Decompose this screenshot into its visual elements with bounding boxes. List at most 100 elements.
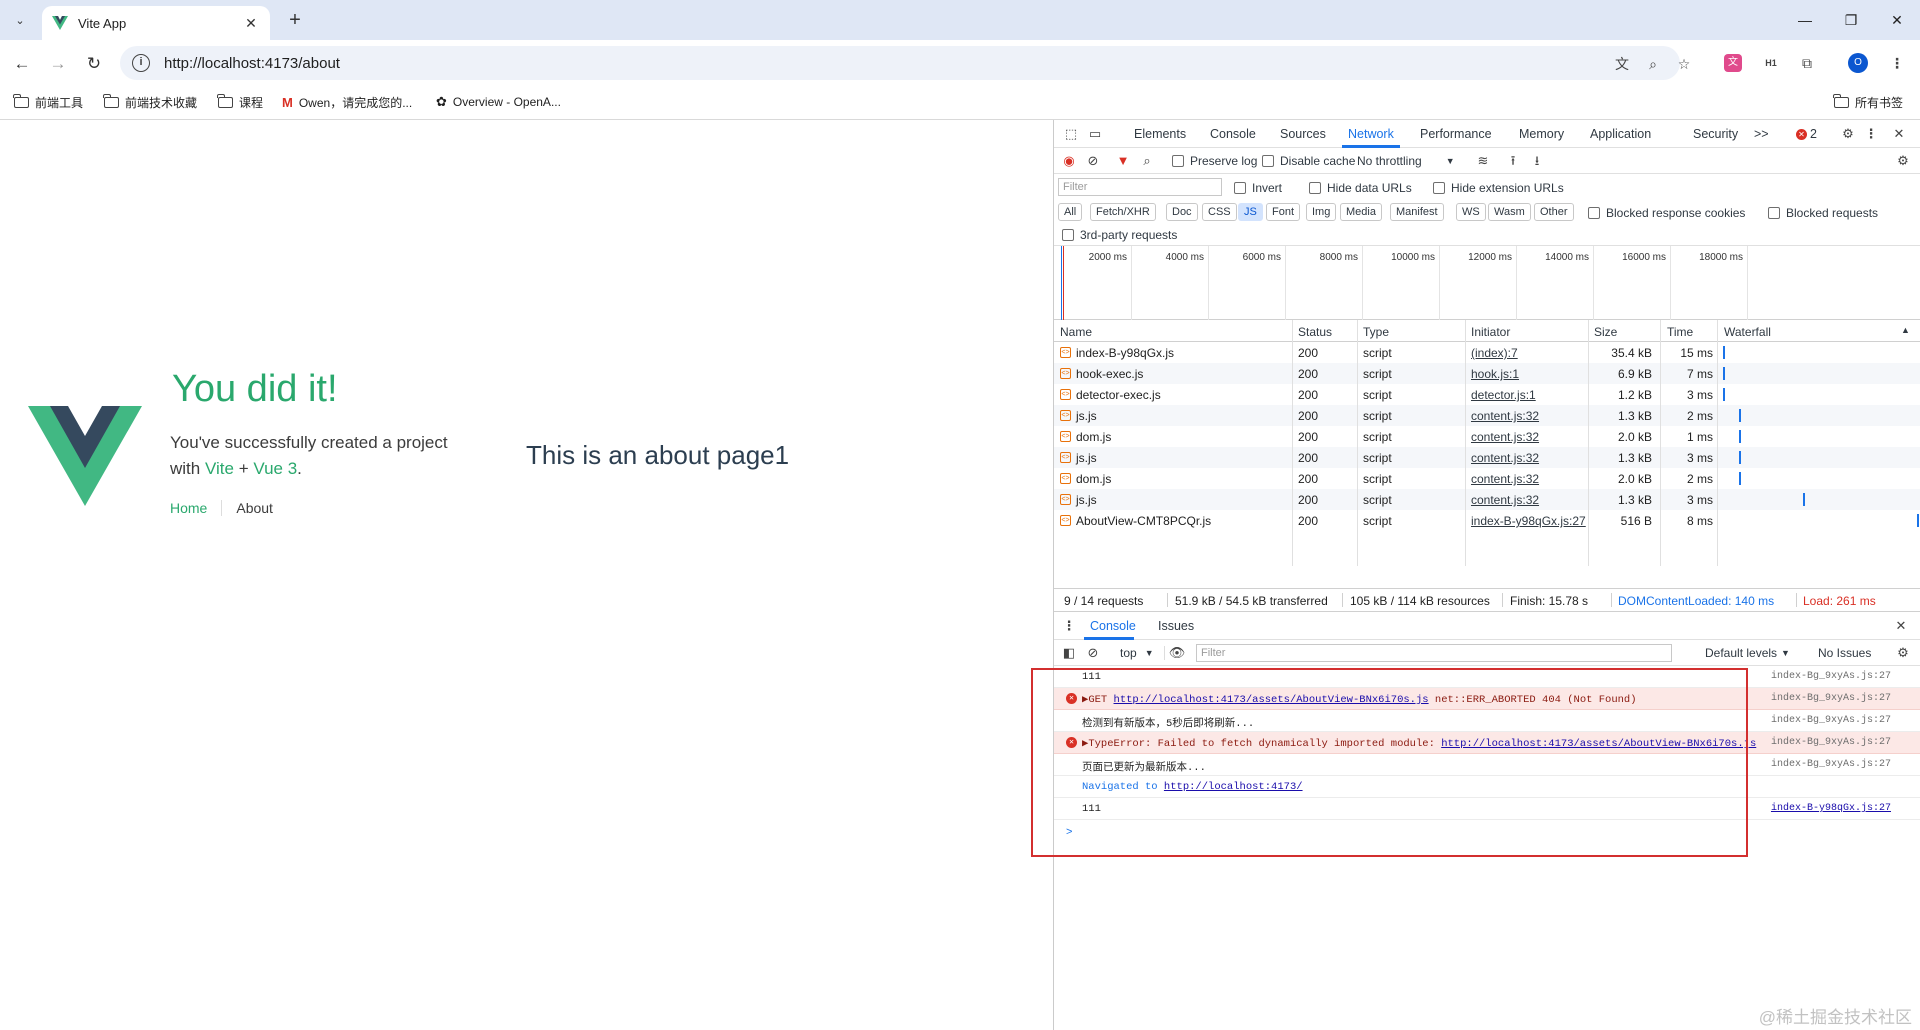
bookmark-folder[interactable]: 课程 — [217, 94, 263, 111]
nav-about-link[interactable]: About — [222, 500, 273, 516]
type-filter-ws[interactable]: WS — [1456, 203, 1486, 221]
console-source-link[interactable]: index-B-y98qGx.js:27 — [1771, 803, 1891, 814]
all-bookmarks[interactable]: 所有书签 — [1833, 94, 1903, 111]
type-filter-img[interactable]: Img — [1306, 203, 1337, 221]
import-har-icon[interactable]: ⭱ — [1504, 152, 1522, 170]
export-har-icon[interactable]: ⭳ — [1528, 152, 1546, 170]
tab-elements[interactable]: Elements — [1134, 127, 1186, 141]
console-source-link[interactable]: index-Bg_9xyAs.js:27 — [1771, 693, 1891, 704]
tab-console[interactable]: Console — [1210, 127, 1256, 141]
type-filter-wasm[interactable]: Wasm — [1488, 203, 1531, 221]
type-filter-font[interactable]: Font — [1266, 203, 1301, 221]
context-select[interactable]: top ▼ — [1120, 646, 1165, 660]
type-filter-media[interactable]: Media — [1340, 203, 1382, 221]
request-row[interactable]: <> detector-exec.js 200 script detector.js:1… — [1054, 384, 1920, 405]
request-initiator[interactable]: content.js:32 — [1471, 472, 1539, 486]
close-tab-icon[interactable]: ✕ — [242, 15, 260, 32]
col-status[interactable]: Status — [1298, 325, 1332, 339]
request-row[interactable]: <> index-B-y98qGx.js 200 script (index):7 35.… — [1054, 342, 1920, 363]
issues-count[interactable]: No Issues — [1818, 646, 1871, 660]
type-filter-all[interactable]: All — [1058, 203, 1083, 221]
col-initiator[interactable]: Initiator — [1471, 325, 1510, 339]
type-filter-js[interactable]: JS — [1238, 203, 1263, 221]
throttling-select[interactable]: No throttling ▼ — [1357, 154, 1455, 168]
request-row[interactable]: <> js.js 200 script content.js:32 1.3 kB 3 ms — [1054, 489, 1920, 510]
back-icon[interactable]: ← — [10, 52, 34, 76]
preserve-log-checkbox[interactable]: Preserve log — [1172, 154, 1257, 168]
zoom-icon[interactable]: ⌕ — [1643, 54, 1663, 74]
request-row[interactable]: <> dom.js 200 script content.js:32 2.0 kB 2 ms — [1054, 468, 1920, 489]
live-expression-eye-icon[interactable]: 👁 — [1168, 644, 1186, 662]
more-tabs-button[interactable]: >> — [1754, 127, 1769, 141]
restore-button[interactable]: ❐ — [1836, 8, 1866, 32]
request-initiator[interactable]: content.js:32 — [1471, 493, 1539, 507]
hide-data-urls-checkbox[interactable]: Hide data URLs — [1309, 181, 1412, 195]
blocked-requests-checkbox[interactable]: Blocked requests — [1768, 206, 1878, 220]
filter-funnel-icon[interactable]: ▼ — [1114, 152, 1132, 170]
reload-icon[interactable]: ↻ — [82, 52, 106, 76]
minimize-button[interactable]: — — [1790, 8, 1820, 32]
devtools-menu-icon[interactable]: ⋮ — [1862, 125, 1880, 143]
log-levels-select[interactable]: Default levels ▼ — [1705, 646, 1790, 660]
tab-security[interactable]: Security — [1693, 127, 1738, 141]
type-filter-css[interactable]: CSS — [1202, 203, 1237, 221]
tab-sources[interactable]: Sources — [1280, 127, 1326, 141]
bookmark-folder[interactable]: 前端技术收藏 — [103, 94, 197, 111]
tab-performance[interactable]: Performance — [1420, 127, 1492, 141]
request-initiator[interactable]: (index):7 — [1471, 346, 1518, 360]
blocked-response-cookies-checkbox[interactable]: Blocked response cookies — [1588, 206, 1745, 220]
settings-gear-icon[interactable]: ⚙ — [1839, 125, 1857, 143]
col-waterfall[interactable]: Waterfall — [1724, 325, 1771, 339]
drawer-tab-issues[interactable]: Issues — [1158, 619, 1194, 633]
console-source-link[interactable]: index-Bg_9xyAs.js:27 — [1771, 715, 1891, 726]
device-toolbar-icon[interactable]: ▭ — [1086, 125, 1104, 143]
request-initiator[interactable]: content.js:32 — [1471, 409, 1539, 423]
sidebar-toggle-icon[interactable]: ◧ — [1060, 644, 1078, 662]
network-overview-timeline[interactable]: 2000 ms 4000 ms 6000 ms 8000 ms 10000 ms 1200… — [1054, 246, 1920, 320]
tab-memory[interactable]: Memory — [1519, 127, 1564, 141]
bookmark-star-icon[interactable]: ☆ — [1674, 54, 1694, 74]
request-row[interactable]: <> js.js 200 script content.js:32 1.3 kB 3 ms — [1054, 447, 1920, 468]
close-devtools-icon[interactable]: ✕ — [1890, 125, 1908, 143]
col-size[interactable]: Size — [1594, 325, 1617, 339]
profile-avatar[interactable]: O — [1848, 53, 1868, 73]
clear-console-icon[interactable]: ⊘ — [1084, 644, 1102, 662]
translate-icon[interactable]: 文 — [1612, 54, 1632, 74]
record-stop-icon[interactable]: ◉ — [1060, 152, 1078, 170]
tab-network[interactable]: Network — [1348, 127, 1394, 141]
request-initiator[interactable]: content.js:32 — [1471, 451, 1539, 465]
col-name[interactable]: Name — [1060, 325, 1092, 339]
translate-extension-icon[interactable]: 文 — [1724, 54, 1742, 72]
inspect-element-icon[interactable]: ⬚ — [1062, 125, 1080, 143]
tab-search-button[interactable]: ⌄ — [10, 10, 30, 30]
col-type[interactable]: Type — [1363, 325, 1389, 339]
network-filter-input[interactable]: Filter — [1058, 178, 1222, 196]
site-info-icon[interactable]: i — [132, 54, 150, 72]
request-initiator[interactable]: content.js:32 — [1471, 430, 1539, 444]
sort-up-icon[interactable]: ▲ — [1901, 325, 1910, 335]
bookmark-item[interactable]: ✿ Overview - OpenA... — [436, 94, 561, 110]
type-filter-fetch[interactable]: Fetch/XHR — [1090, 203, 1156, 221]
disable-cache-checkbox[interactable]: Disable cache — [1262, 154, 1355, 168]
close-window-button[interactable]: ✕ — [1882, 8, 1912, 32]
console-source-link[interactable]: index-Bg_9xyAs.js:27 — [1771, 737, 1891, 748]
tab-application[interactable]: Application — [1590, 127, 1651, 141]
bookmark-folder[interactable]: 前端工具 — [13, 94, 83, 111]
request-row[interactable]: <> js.js 200 script content.js:32 1.3 kB 2 ms — [1054, 405, 1920, 426]
console-source-link[interactable]: index-Bg_9xyAs.js:27 — [1771, 759, 1891, 770]
close-drawer-icon[interactable]: ✕ — [1892, 617, 1910, 635]
request-initiator[interactable]: hook.js:1 — [1471, 367, 1519, 381]
request-row[interactable]: <> hook-exec.js 200 script hook.js:1 6.9 kB 7 … — [1054, 363, 1920, 384]
console-source-link[interactable]: index-Bg_9xyAs.js:27 — [1771, 671, 1891, 682]
active-tab[interactable]: Vite App ✕ — [42, 6, 270, 40]
h1-extension-icon[interactable]: H1 — [1760, 52, 1782, 74]
request-initiator[interactable]: index-B-y98qGx.js:27 — [1471, 514, 1586, 528]
request-row[interactable]: <> dom.js 200 script content.js:32 2.0 kB 1 ms — [1054, 426, 1920, 447]
network-conditions-icon[interactable]: ≋ — [1474, 152, 1492, 170]
console-settings-icon[interactable]: ⚙ — [1894, 644, 1912, 662]
request-initiator[interactable]: detector.js:1 — [1471, 388, 1536, 402]
type-filter-manifest[interactable]: Manifest — [1390, 203, 1444, 221]
drawer-menu-icon[interactable]: ⋮ — [1060, 617, 1078, 635]
new-tab-button[interactable]: + — [284, 10, 306, 32]
extensions-puzzle-icon[interactable]: ⧉ — [1796, 52, 1818, 74]
